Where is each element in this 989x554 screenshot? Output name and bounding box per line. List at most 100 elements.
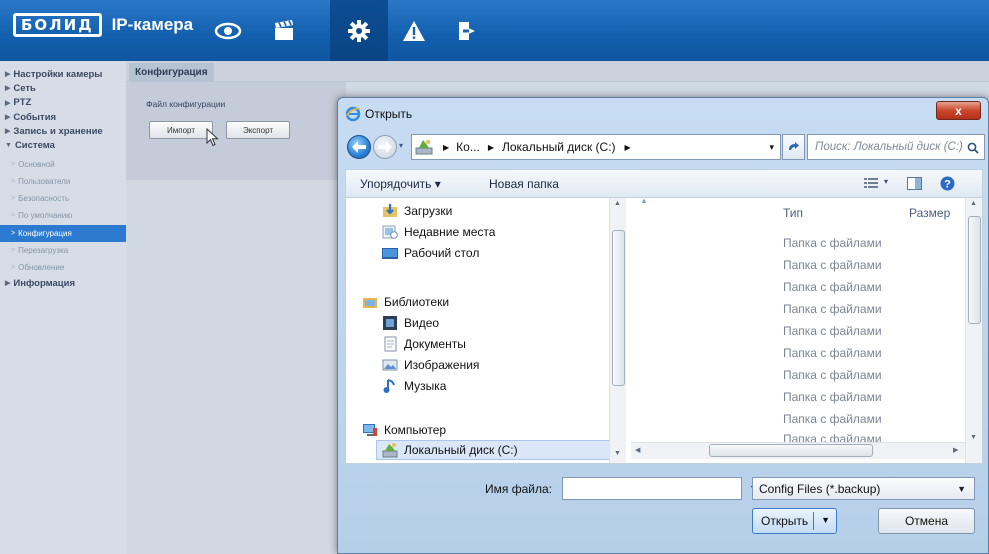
nav-item-downloads[interactable]: Загрузки [382, 201, 452, 221]
documents-icon [384, 336, 397, 352]
export-button[interactable]: Экспорт [226, 121, 290, 139]
bullet-arrow-icon: > [11, 264, 16, 271]
sidebar-item-label: Настройки камеры [13, 68, 103, 80]
history-dropdown-icon[interactable]: ▾ [399, 141, 403, 150]
expand-arrow-icon: ▶ [5, 280, 11, 288]
gear-icon[interactable] [330, 0, 388, 61]
music-icon [383, 379, 395, 393]
sidebar-item-camera-settings[interactable]: ▶ Настройки камеры [0, 67, 126, 81]
logo-text: IP-камера [111, 15, 194, 34]
sidebar-subitem-update[interactable]: > Обновление [0, 259, 126, 276]
view-options-icon[interactable] [864, 178, 878, 189]
scroll-up-icon[interactable]: ▲ [614, 200, 621, 207]
sidebar-subitem-label: Обновление [18, 263, 65, 272]
svg-text:?: ? [944, 179, 951, 191]
column-header-size[interactable]: Размер [909, 206, 950, 220]
scroll-up-icon[interactable]: ▲ [970, 200, 977, 207]
open-button-label: Открыть [761, 514, 809, 528]
warning-icon[interactable] [388, 0, 440, 61]
sort-arrow-icon: ▲ [640, 196, 648, 205]
nav-item-local-disk[interactable]: Локальный диск (C:) [376, 440, 622, 460]
sidebar-item-label: Информация [13, 277, 76, 289]
nav-item-music[interactable]: Музыка [382, 376, 446, 396]
file-type-cell: Папка с файлами [783, 236, 882, 250]
sidebar-item-recording[interactable]: ▶ Запись и хранение [0, 124, 126, 138]
sidebar-item-system[interactable]: ▼ Система [0, 138, 126, 152]
computer-icon [363, 424, 377, 436]
top-bar: БОЛИД IP-камера [0, 0, 989, 61]
breadcrumb-segment-computer[interactable]: Ко... [456, 140, 480, 154]
sidebar-subitem-configuration[interactable]: > Конфигурация [0, 224, 126, 242]
new-folder-button[interactable]: Новая папка [489, 170, 559, 197]
nav-item-documents[interactable]: Документы [382, 334, 466, 354]
nav-item-libraries[interactable]: Библиотеки [362, 292, 449, 312]
logo-box: БОЛИД [13, 13, 102, 37]
nav-item-label: Рабочий стол [404, 246, 480, 260]
sidebar-item-label: События [13, 111, 57, 123]
organize-button[interactable]: Упорядочить ▾ [360, 170, 441, 197]
close-button[interactable]: x [936, 101, 981, 120]
sidebar-subitem-users[interactable]: > Пользователи [0, 173, 126, 190]
sidebar-item-network[interactable]: ▶ Сеть [0, 81, 126, 95]
pictures-icon [382, 359, 398, 371]
file-list-scrollbar[interactable]: ▲ ▼ [965, 198, 982, 463]
view-dropdown-icon[interactable]: ▾ [884, 177, 888, 186]
sidebar-item-ptz[interactable]: ▶ PTZ [0, 96, 126, 110]
logo: БОЛИД IP-камера [13, 13, 193, 37]
scroll-right-icon[interactable]: ▶ [953, 446, 958, 454]
sidebar-item-events[interactable]: ▶ События [0, 110, 126, 124]
file-list-scrollbar-thumb[interactable] [968, 216, 981, 324]
breadcrumb-segment-disk[interactable]: Локальный диск (C:) [502, 140, 616, 154]
navigation-pane: Загрузки Недавние места Рабочий стол Биб… [346, 198, 626, 463]
sidebar-subitem-basic[interactable]: > Основной [0, 156, 126, 173]
tab-configuration[interactable]: Конфигурация [129, 63, 214, 82]
search-input[interactable]: Поиск: Локальный диск (C:) [807, 134, 985, 160]
clapperboard-icon[interactable] [258, 0, 310, 61]
forward-button[interactable] [373, 135, 397, 159]
import-button[interactable]: Импорт [149, 121, 213, 139]
preview-pane-icon[interactable] [907, 177, 922, 190]
open-dropdown-icon[interactable]: ▼ [821, 515, 830, 525]
refresh-button[interactable] [782, 134, 805, 160]
address-dropdown-icon[interactable]: ▾ [769, 142, 774, 153]
bullet-arrow-icon: > [11, 195, 16, 203]
search-icon[interactable] [967, 142, 979, 154]
sidebar-subitem-reboot[interactable]: > Перезагрузка [0, 242, 126, 259]
bullet-arrow-icon: > [11, 229, 16, 237]
scroll-down-icon[interactable]: ▼ [614, 450, 621, 457]
help-icon[interactable]: ? [940, 176, 955, 191]
address-bar[interactable]: ▶ Ко... ▶ Локальный диск (C:) ▶ ▾ [411, 134, 781, 160]
sidebar-item-information[interactable]: ▶ Информация [0, 276, 126, 290]
column-header-type[interactable]: Тип [783, 206, 803, 220]
dialog-title: Открыть [345, 106, 412, 122]
nav-item-desktop[interactable]: Рабочий стол [382, 243, 479, 263]
nav-item-video[interactable]: Видео [382, 313, 439, 333]
file-type-cell: Папка с файлами [783, 346, 882, 360]
scroll-down-icon[interactable]: ▼ [970, 434, 977, 441]
nav-item-label: Видео [404, 316, 440, 330]
nav-item-computer[interactable]: Компьютер [362, 420, 446, 440]
open-button[interactable]: Открыть ▼ [752, 508, 837, 534]
file-type-cell: Папка с файлами [783, 368, 882, 382]
filetype-select[interactable]: Config Files (*.backup) ▼ [752, 477, 975, 500]
back-button[interactable] [347, 135, 371, 159]
navigation-scrollbar[interactable]: ▲ ▼ [609, 198, 626, 463]
nav-item-recent[interactable]: Недавние места [382, 222, 495, 242]
nav-item-pictures[interactable]: Изображения [382, 355, 479, 375]
sidebar-subitem-security[interactable]: > Безопасность [0, 190, 126, 207]
logout-icon[interactable] [440, 0, 492, 61]
horizontal-scrollbar-thumb[interactable] [709, 444, 873, 457]
cancel-button[interactable]: Отмена [878, 508, 975, 534]
navigation-scrollbar-thumb[interactable] [612, 230, 625, 386]
eye-icon[interactable] [202, 0, 254, 61]
drive-icon [415, 140, 433, 155]
scroll-left-icon[interactable]: ◀ [635, 446, 640, 454]
expand-arrow-icon: ▶ [5, 71, 11, 79]
recent-places-icon [382, 225, 398, 239]
config-panel: Файл конфигурации Импорт Экспорт [126, 82, 346, 180]
filename-label: Имя файла: [485, 482, 552, 496]
filename-input[interactable]: ▼ [562, 477, 758, 500]
sidebar-subitem-defaults[interactable]: > По умолчанию [0, 207, 126, 224]
file-list-horizontal-scrollbar[interactable]: ◀ ▶ [631, 442, 965, 459]
mouse-cursor-icon [206, 128, 219, 147]
